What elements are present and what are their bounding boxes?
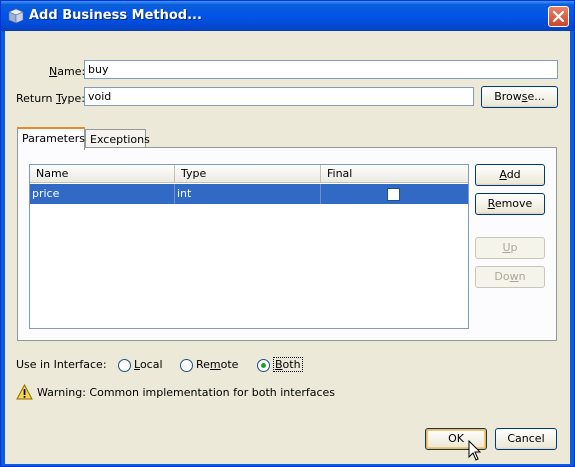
up-button[interactable]: Up <box>475 237 545 259</box>
java-cube-icon <box>8 8 24 24</box>
browse-button[interactable]: Browse... <box>481 86 558 108</box>
warning-icon <box>16 384 33 400</box>
both-radio[interactable] <box>257 359 270 372</box>
name-value: buy <box>88 63 109 76</box>
mouse-cursor-icon <box>468 440 482 461</box>
interface-label: Use in Interface: <box>16 358 107 371</box>
table-row[interactable]: price int <box>30 184 468 204</box>
down-button[interactable]: Down <box>475 266 545 288</box>
close-button[interactable] <box>548 6 569 27</box>
remove-button[interactable]: Remove <box>475 193 545 215</box>
name-field[interactable]: buy <box>84 60 558 79</box>
return-type-label: Return Type: <box>16 92 85 105</box>
local-radio[interactable] <box>118 359 131 372</box>
radio-selected-dot <box>261 363 266 368</box>
return-type-value: void <box>88 90 112 103</box>
column-header-name[interactable]: Name <box>30 165 175 183</box>
cancel-button[interactable]: Cancel <box>495 428 557 450</box>
add-button[interactable]: Add <box>475 164 545 186</box>
parameters-table[interactable]: Name Type Final price int <box>29 164 469 329</box>
cell-type[interactable]: int <box>175 184 321 204</box>
local-label[interactable]: Local <box>134 358 163 371</box>
column-header-final[interactable]: Final <box>321 165 468 183</box>
cell-final[interactable] <box>321 184 468 204</box>
close-icon <box>552 10 565 23</box>
cell-name[interactable]: price <box>30 184 175 204</box>
title-bar[interactable]: Add Business Method... <box>1 1 574 31</box>
window-title: Add Business Method... <box>29 8 202 23</box>
both-label[interactable]: Both <box>273 357 303 372</box>
dialog-content: Name: buy Return Type: void Browse... Pa… <box>5 31 570 464</box>
dialog-window: Add Business Method... Name: buy Return … <box>0 0 575 467</box>
return-type-field[interactable]: void <box>84 87 474 106</box>
tab-parameters[interactable]: Parameters <box>17 127 85 150</box>
warning-text: Warning: Common implementation for both … <box>37 386 336 399</box>
column-header-type[interactable]: Type <box>175 165 321 183</box>
final-checkbox[interactable] <box>387 188 400 201</box>
remote-label[interactable]: Remote <box>196 358 238 371</box>
name-label: Name: <box>49 65 86 78</box>
remote-radio[interactable] <box>180 359 193 372</box>
